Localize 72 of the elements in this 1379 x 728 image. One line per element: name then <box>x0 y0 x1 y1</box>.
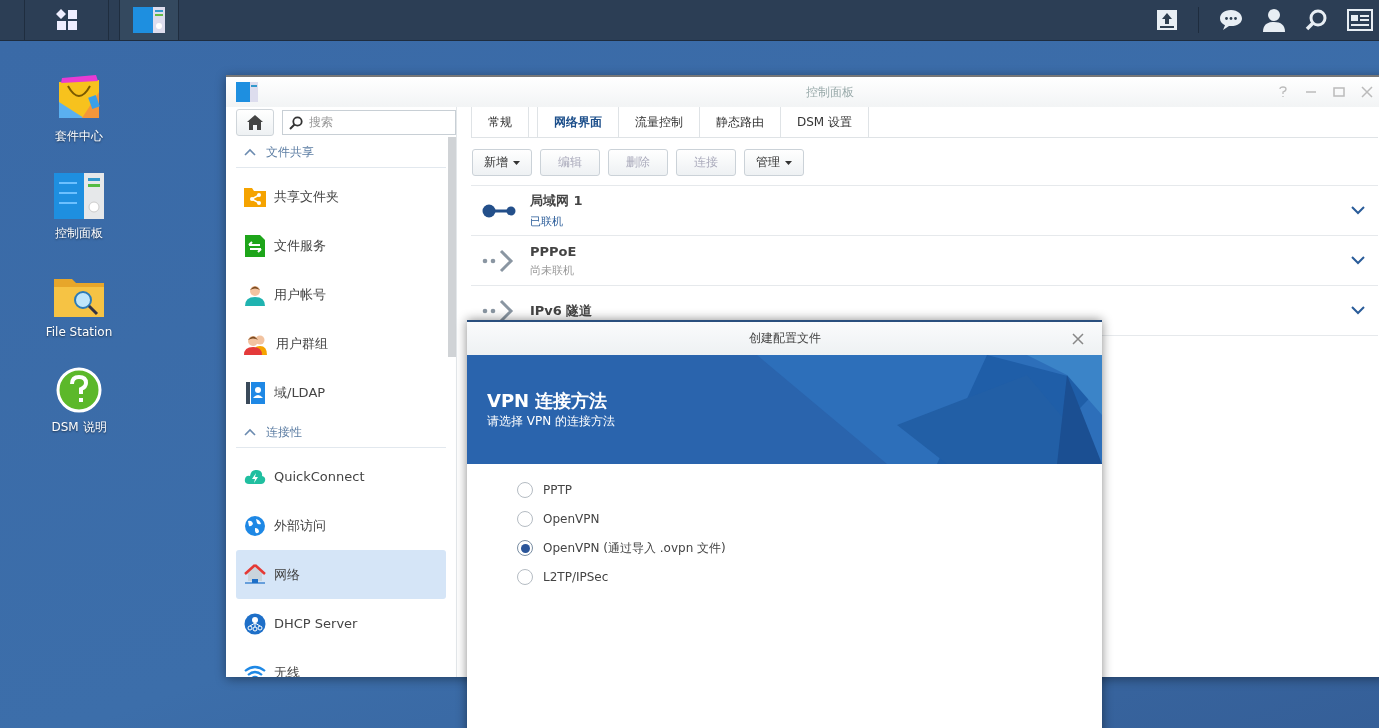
search-field[interactable]: 搜索 <box>282 109 456 135</box>
desktop-icon-label[interactable]: File Station <box>45 325 113 339</box>
desktop-icon-label[interactable]: DSM 说明 <box>51 419 107 436</box>
window-title: 控制面板 <box>806 83 854 101</box>
dialog-subheading: 请选择 VPN 的连接方法 <box>487 413 616 430</box>
option-label[interactable]: OpenVPN <box>543 512 600 526</box>
interface-status: 尚未联机 <box>530 262 575 278</box>
sidebar-item[interactable]: DHCP Server <box>236 599 446 648</box>
sidebar-item[interactable]: QuickConnect <box>236 452 446 501</box>
sidebar-item[interactable]: 用户群组 <box>236 319 446 368</box>
tab[interactable]: 常规 <box>471 107 529 137</box>
home-icon <box>247 114 263 130</box>
user-icon[interactable] <box>1263 8 1285 32</box>
toolbar-button[interactable]: 管理 <box>744 149 804 176</box>
sidebar-item[interactable]: 网络 <box>236 550 446 599</box>
chevron-down-icon[interactable] <box>1351 256 1365 265</box>
tab[interactable]: 静态路由 <box>700 107 781 137</box>
option-label[interactable]: OpenVPN (通过导入 .ovpn 文件) <box>543 539 726 557</box>
home-button[interactable] <box>236 108 274 136</box>
house-network-icon <box>244 563 266 586</box>
desktop-icon-label[interactable]: 套件中心 <box>55 128 103 145</box>
help-icon[interactable] <box>56 367 102 413</box>
dialog-title: 创建配置文件 <box>748 330 821 347</box>
section-header[interactable]: 连接性 <box>236 417 446 448</box>
network-nodes-icon <box>244 612 266 635</box>
chevron-down-icon[interactable] <box>1351 206 1365 215</box>
radio-button[interactable] <box>517 482 533 498</box>
desktop-icon-label[interactable]: 控制面板 <box>55 225 103 242</box>
control-panel-icon[interactable] <box>54 173 104 219</box>
search-icon[interactable] <box>1305 9 1327 31</box>
dialog-heading: VPN 连接方法 <box>487 389 609 413</box>
control-panel-icon <box>236 82 258 102</box>
tab[interactable]: 流量控制 <box>619 107 700 137</box>
radio-button[interactable] <box>517 540 533 556</box>
sidebar-item[interactable]: 外部访问 <box>236 501 446 550</box>
interface-name: IPv6 隧道 <box>530 301 593 320</box>
chevron-down-icon[interactable] <box>1351 306 1365 315</box>
sidebar-item[interactable]: 文件服务 <box>236 221 446 270</box>
close-icon[interactable] <box>1072 333 1084 345</box>
option-label[interactable]: PPTP <box>543 483 573 497</box>
section-header[interactable]: 文件共享 <box>236 137 446 168</box>
upload-icon[interactable] <box>1156 9 1178 31</box>
grid-icon <box>54 8 79 32</box>
caret-icon <box>513 160 520 165</box>
search-icon <box>289 115 303 130</box>
interface-status: 已联机 <box>530 214 564 229</box>
shared-folder-icon <box>244 185 266 208</box>
chevron-icon <box>244 428 256 436</box>
main-menu-button[interactable] <box>24 0 109 40</box>
sidebar-item[interactable]: 共享文件夹 <box>236 172 446 221</box>
tab[interactable]: 网络界面 <box>537 107 619 137</box>
toolbar-button[interactable]: 新增 <box>472 149 532 176</box>
interface-name: 局域网 1 <box>530 192 583 210</box>
sidebar-item[interactable]: 用户帐号 <box>236 270 446 319</box>
chevron-icon <box>244 148 256 156</box>
option-label[interactable]: L2TP/IPSec <box>543 570 609 584</box>
id-card-icon[interactable] <box>1347 9 1373 31</box>
chat-icon[interactable] <box>1219 9 1243 31</box>
wifi-icon <box>244 664 266 677</box>
control-panel-taskbar-button[interactable] <box>119 0 179 40</box>
control-panel-icon <box>133 7 165 33</box>
scrollbar-thumb[interactable] <box>448 137 456 357</box>
tab[interactable]: DSM 设置 <box>781 107 870 137</box>
user-icon <box>244 283 266 306</box>
radio-button[interactable] <box>517 569 533 585</box>
caret-icon <box>785 160 792 165</box>
file-transfer-icon <box>244 234 266 257</box>
interface-name: PPPoE <box>530 243 577 259</box>
globe-icon <box>244 514 266 537</box>
radio-button[interactable] <box>517 511 533 527</box>
directory-icon <box>244 381 266 404</box>
sidebar-item[interactable]: 域/LDAP <box>236 368 446 417</box>
